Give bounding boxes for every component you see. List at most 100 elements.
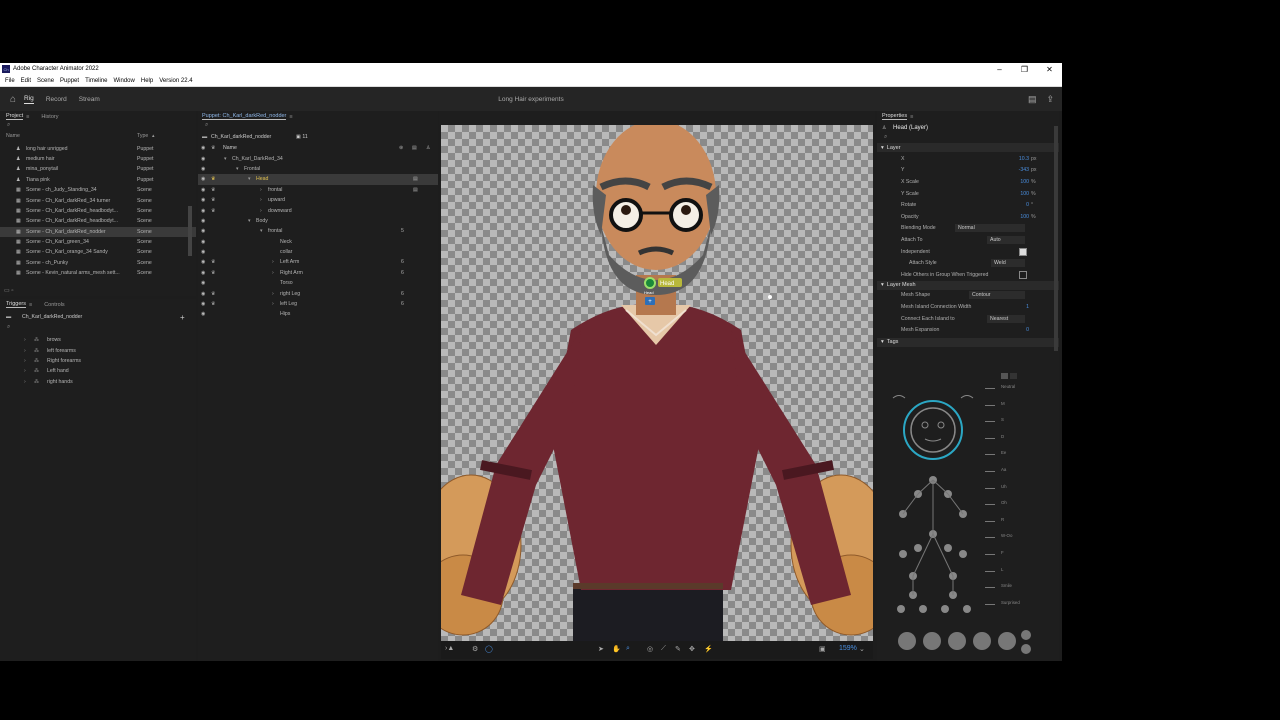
chevron-right-icon[interactable]: › bbox=[24, 379, 26, 385]
project-item[interactable]: ▦ Scene - ch_Punky Scene bbox=[0, 258, 196, 268]
scene-canvas[interactable]: Head + Head bbox=[441, 125, 873, 641]
select-tool-icon[interactable]: ➤ bbox=[598, 645, 604, 653]
crown-icon[interactable]: ♛ bbox=[211, 301, 216, 307]
crown-icon[interactable]: ♛ bbox=[211, 208, 216, 214]
tag-item[interactable]: Aa bbox=[985, 466, 1053, 483]
eye-icon[interactable]: ◉ bbox=[201, 228, 206, 234]
puppet-layer-row[interactable]: ◉ ♛ › frontal ▤ bbox=[198, 185, 438, 195]
chevron-right-icon[interactable]: › bbox=[24, 348, 26, 354]
puppet-layer-row[interactable]: ◉ ▾ Frontal bbox=[198, 164, 438, 174]
project-item[interactable]: ▦ Scene - Ch_Karl_darkRed_headbodyt... Sce… bbox=[0, 206, 196, 216]
eye-icon[interactable]: ◉ bbox=[201, 156, 206, 162]
tree-toggle-icon[interactable]: ▾ bbox=[248, 218, 251, 224]
eye-icon[interactable]: ◉ bbox=[201, 259, 206, 265]
minimize-button[interactable]: – bbox=[987, 65, 1012, 74]
chevron-down-icon[interactable]: ⌄ bbox=[859, 645, 865, 653]
crown-icon[interactable]: ♛ bbox=[211, 291, 216, 297]
trigger-group[interactable]: › ⁂ right hands bbox=[0, 377, 196, 387]
puppet-layer-row[interactable]: ◉ ▾ frontal 5 bbox=[198, 226, 438, 236]
tree-toggle-icon[interactable]: › bbox=[272, 301, 274, 307]
crown-icon[interactable]: ♛ bbox=[211, 187, 216, 193]
project-item[interactable]: ▦ Scene - Kevin_natural arms_mesh sett...… bbox=[0, 268, 196, 278]
tab-properties[interactable]: Properties bbox=[882, 113, 908, 120]
tag-item[interactable]: F bbox=[985, 549, 1053, 566]
frame-icon[interactable]: ▣ bbox=[819, 645, 826, 653]
panel-menu-icon[interactable]: ≡ bbox=[26, 114, 29, 120]
trigger-group[interactable]: › ⁂ brows bbox=[0, 335, 196, 345]
hand-tool-icon[interactable]: ✋ bbox=[612, 645, 621, 653]
crown-icon[interactable]: ♛ bbox=[211, 259, 216, 265]
project-item[interactable]: ▦ Scene - ch_Judy_Standing_34 Scene bbox=[0, 185, 196, 195]
eye-icon[interactable]: ◉ bbox=[201, 176, 206, 182]
eye-icon[interactable]: ◉ bbox=[201, 145, 206, 151]
stick-tool-icon[interactable]: ⟋ bbox=[661, 645, 666, 653]
tag-item[interactable]: S bbox=[985, 416, 1053, 433]
eye-icon[interactable]: ◉ bbox=[201, 301, 206, 307]
home-icon[interactable]: ⌂ bbox=[10, 94, 16, 105]
panel-menu-icon[interactable]: ≡ bbox=[29, 302, 32, 308]
tree-toggle-icon[interactable]: ▾ bbox=[260, 228, 263, 234]
menu-edit[interactable]: Edit bbox=[21, 78, 31, 84]
pin-tool-icon[interactable]: ✎ bbox=[675, 645, 681, 653]
menu-help[interactable]: Help bbox=[141, 78, 153, 84]
feedback-icon[interactable]: ▤ bbox=[1028, 94, 1037, 105]
section-tags[interactable]: ▾ Tags bbox=[877, 337, 1059, 347]
eye-icon[interactable]: ◉ bbox=[201, 218, 206, 224]
zoom-tool-icon[interactable]: ⌕ bbox=[626, 645, 630, 653]
crown-icon[interactable]: ♛ bbox=[211, 176, 216, 182]
independent-checkbox[interactable] bbox=[1019, 247, 1027, 256]
puppet-layer-row[interactable]: ◉ ▾ Body bbox=[198, 216, 438, 226]
workspace-rig[interactable]: Rig bbox=[24, 95, 34, 104]
tag-item[interactable]: Ee bbox=[985, 449, 1053, 466]
trigger-group[interactable]: › ⁂ left forearms bbox=[0, 345, 196, 355]
hide-others-checkbox[interactable] bbox=[1019, 270, 1027, 279]
dangle-tool-icon[interactable]: ⚡ bbox=[704, 645, 713, 653]
menu-timeline[interactable]: Timeline bbox=[85, 78, 107, 84]
settings-icon[interactable]: ⚙ bbox=[472, 645, 478, 653]
puppet-layer-row[interactable]: ◉ ♛ › right Leg 6 bbox=[198, 288, 438, 298]
puppet-layer-row[interactable]: ◉ Neck bbox=[198, 237, 438, 247]
record-icon[interactable]: ◯ bbox=[485, 645, 493, 653]
tag-item[interactable]: Neutral bbox=[985, 383, 1053, 400]
tag-item[interactable]: M bbox=[985, 400, 1053, 417]
puppet-layer-row[interactable]: ◉ Hips bbox=[198, 309, 438, 319]
project-item[interactable]: ♟ long hair unrigged Puppet bbox=[0, 143, 196, 153]
chevron-right-icon[interactable]: › bbox=[24, 368, 26, 374]
workspace-stream[interactable]: Stream bbox=[79, 96, 100, 103]
eye-icon[interactable]: ◉ bbox=[201, 208, 206, 214]
panel-menu-icon[interactable]: ≡ bbox=[289, 114, 292, 120]
eye-icon[interactable]: ◉ bbox=[201, 166, 206, 172]
tag-item[interactable]: W-Oo bbox=[985, 532, 1053, 549]
tab-controls[interactable]: Controls bbox=[44, 302, 64, 308]
handle-tool-icon[interactable]: ✥ bbox=[689, 645, 695, 653]
tag-item[interactable]: Surprised bbox=[985, 599, 1053, 616]
attach-to-select[interactable]: Auto bbox=[987, 235, 1025, 244]
eye-icon[interactable]: ◉ bbox=[201, 280, 206, 286]
column-type[interactable]: Type bbox=[137, 133, 148, 139]
panel-menu-icon[interactable]: ≡ bbox=[910, 114, 913, 120]
workspace-record[interactable]: Record bbox=[46, 96, 67, 103]
eye-icon[interactable]: ◉ bbox=[201, 187, 206, 193]
project-item[interactable]: ♟ medium hair Puppet bbox=[0, 154, 196, 164]
tag-item[interactable]: Uh bbox=[985, 483, 1053, 500]
property-value[interactable]: 0 bbox=[1005, 202, 1029, 208]
menu-file[interactable]: File bbox=[5, 78, 15, 84]
property-value[interactable]: 100 bbox=[1005, 179, 1029, 185]
maximize-button[interactable]: ❐ bbox=[1012, 65, 1037, 74]
tree-toggle-icon[interactable]: ▾ bbox=[224, 156, 227, 162]
tree-toggle-icon[interactable]: › bbox=[272, 291, 274, 297]
eye-icon[interactable]: ◉ bbox=[201, 239, 206, 245]
mesh-shape-select[interactable]: Contour bbox=[969, 291, 1025, 300]
puppet-layer-row[interactable]: ◉ ♛ › upward bbox=[198, 195, 438, 205]
eye-icon[interactable]: ◉ bbox=[201, 197, 206, 203]
tree-toggle-icon[interactable]: › bbox=[260, 208, 262, 214]
project-scrollbar[interactable] bbox=[188, 206, 192, 256]
tree-toggle-icon[interactable]: › bbox=[260, 197, 262, 203]
tree-toggle-icon[interactable]: › bbox=[272, 270, 274, 276]
puppet-layer-row[interactable]: ◉ ♛ ▾ Head ▤ bbox=[198, 174, 438, 185]
connect-each-select[interactable]: Nearest bbox=[987, 314, 1025, 323]
blending-mode-select[interactable]: Normal bbox=[955, 224, 1025, 233]
tag-item[interactable]: D bbox=[985, 433, 1053, 450]
tree-toggle-icon[interactable]: › bbox=[260, 187, 262, 193]
expand-icon[interactable]: ›▲ bbox=[445, 645, 454, 652]
